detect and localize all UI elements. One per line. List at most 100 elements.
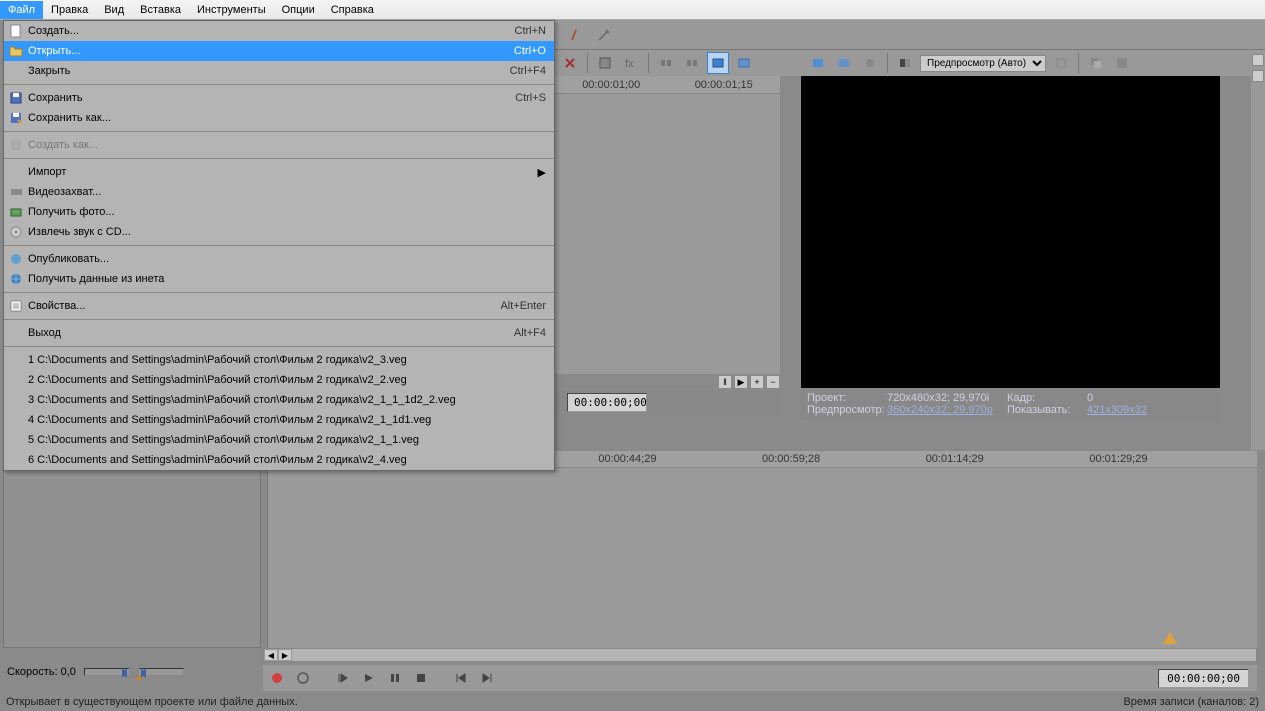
menu-item[interactable]: 5 C:\Documents and Settings\admin\Рабочи… xyxy=(4,430,554,450)
timeline-area[interactable] xyxy=(267,468,1257,648)
status-hint: Открывает в существующем проекте или фай… xyxy=(6,696,298,708)
menu-separator xyxy=(4,346,554,347)
save-as-icon xyxy=(8,110,24,126)
pause-button[interactable] xyxy=(385,668,405,688)
close-icon[interactable] xyxy=(559,52,581,74)
menu-item[interactable]: Опубликовать... xyxy=(4,249,554,269)
split-screen-icon[interactable] xyxy=(894,52,916,74)
transport-timecode[interactable]: 00:00:00;00 xyxy=(1158,669,1249,688)
menu-item[interactable]: ЗакрытьCtrl+F4 xyxy=(4,61,554,81)
timeline-scrollbar[interactable]: ◀ ▶ xyxy=(263,648,1257,662)
menu-shortcut: Ctrl+S xyxy=(515,92,546,104)
play-start-button[interactable] xyxy=(333,668,353,688)
menu-separator xyxy=(4,245,554,246)
preview-label: Предпросмотр: xyxy=(807,404,887,416)
menu-опции[interactable]: Опции xyxy=(274,1,323,19)
menu-item[interactable]: Извлечь звук с CD... xyxy=(4,222,554,242)
trimmer-ruler[interactable]: 00:00:01;00 00:00:01;15 xyxy=(555,76,780,94)
blank-icon xyxy=(8,63,24,79)
record-button[interactable] xyxy=(267,668,287,688)
menu-item[interactable]: Создать...Ctrl+N xyxy=(4,21,554,41)
trimmer-timecode[interactable]: 00:00:00;00 xyxy=(567,393,647,412)
save-icon[interactable] xyxy=(594,52,616,74)
menu-shortcut: Alt+F4 xyxy=(514,327,546,339)
dock-tab-icon[interactable] xyxy=(1252,54,1264,66)
menu-item[interactable]: 3 C:\Documents and Settings\admin\Рабочи… xyxy=(4,390,554,410)
collapse-icon[interactable]: ‖ xyxy=(718,375,732,389)
menu-item-label: 6 C:\Documents and Settings\admin\Рабочи… xyxy=(28,454,546,466)
preview-res-link[interactable]: 360x240x32; 29,970p xyxy=(887,404,1007,416)
menu-вид[interactable]: Вид xyxy=(96,1,132,19)
ruler-mark: 00:01:29;29 xyxy=(1089,453,1253,465)
menu-item[interactable]: Импорт▶ xyxy=(4,162,554,182)
frame-label: Кадр: xyxy=(1007,392,1087,404)
show-video-monitor-icon[interactable] xyxy=(733,52,755,74)
copy-snapshot-icon[interactable] xyxy=(1085,52,1107,74)
fx-preview-icon[interactable] xyxy=(859,52,881,74)
menu-item[interactable]: Получить фото... xyxy=(4,202,554,222)
menu-файл[interactable]: Файл xyxy=(0,1,43,19)
status-record-time: Время записи (каналов: 2) xyxy=(1123,696,1259,708)
menu-item-label: Опубликовать... xyxy=(28,253,546,265)
show-res-link[interactable]: 421x309x32 xyxy=(1087,404,1147,416)
external-monitor-icon[interactable] xyxy=(833,52,855,74)
menu-правка[interactable]: Правка xyxy=(43,1,96,19)
project-value: 720x480x32; 29,970i xyxy=(887,392,1007,404)
menu-separator xyxy=(4,292,554,293)
paint-icon[interactable] xyxy=(565,24,587,46)
trim-end-icon[interactable] xyxy=(681,52,703,74)
play-button[interactable] xyxy=(359,668,379,688)
track-headers-panel xyxy=(3,450,261,648)
menu-item-label: 2 C:\Documents and Settings\admin\Рабочи… xyxy=(28,374,546,386)
menu-item[interactable]: Видеозахват... xyxy=(4,182,554,202)
save-icon xyxy=(8,90,24,106)
menu-separator xyxy=(4,84,554,85)
menu-item[interactable]: Создать как... xyxy=(4,135,554,155)
menu-item-label: 4 C:\Documents and Settings\admin\Рабочи… xyxy=(28,414,546,426)
wand-icon[interactable] xyxy=(593,24,615,46)
menu-shortcut: Ctrl+F4 xyxy=(510,65,546,77)
menu-item-label: 5 C:\Documents and Settings\admin\Рабочи… xyxy=(28,434,546,446)
loop-button[interactable] xyxy=(293,668,313,688)
show-video-icon[interactable] xyxy=(707,52,729,74)
menu-инструменты[interactable]: Инструменты xyxy=(189,1,274,19)
plus-icon[interactable]: + xyxy=(750,375,764,389)
menu-shortcut: Alt+Enter xyxy=(500,300,546,312)
scroll-right-icon[interactable]: ▶ xyxy=(278,649,292,661)
go-end-button[interactable] xyxy=(477,668,497,688)
ruler-mark: 00:00:44;29 xyxy=(598,453,762,465)
menu-item[interactable]: Сохранить как... xyxy=(4,108,554,128)
marker-icon xyxy=(1163,632,1177,644)
stop-button[interactable] xyxy=(411,668,431,688)
trim-start-icon[interactable] xyxy=(655,52,677,74)
preview-props-icon[interactable] xyxy=(807,52,829,74)
menubar: ФайлПравкаВидВставкаИнструментыОпцииСпра… xyxy=(0,0,1265,20)
transport-bar: 00:00:00;00 xyxy=(263,665,1257,691)
dock-tab-icon[interactable] xyxy=(1252,70,1264,82)
menu-item[interactable]: 6 C:\Documents and Settings\admin\Рабочи… xyxy=(4,450,554,470)
menu-item[interactable]: Свойства...Alt+Enter xyxy=(4,296,554,316)
menu-вставка[interactable]: Вставка xyxy=(132,1,189,19)
menu-item-label: 1 C:\Documents and Settings\admin\Рабочи… xyxy=(28,354,546,366)
menu-item[interactable]: 2 C:\Documents and Settings\admin\Рабочи… xyxy=(4,370,554,390)
speed-bar: Скорость: 0,0 ▲ xyxy=(3,662,261,682)
menu-item[interactable]: 4 C:\Documents and Settings\admin\Рабочи… xyxy=(4,410,554,430)
menu-item[interactable]: ВыходAlt+F4 xyxy=(4,323,554,343)
trimmer-controls: ‖ ▶ + − xyxy=(555,374,780,390)
save-snapshot-icon[interactable] xyxy=(1111,52,1133,74)
menu-item[interactable]: СохранитьCtrl+S xyxy=(4,88,554,108)
menu-справка[interactable]: Справка xyxy=(323,1,382,19)
blank-icon xyxy=(8,372,24,388)
go-start-button[interactable] xyxy=(451,668,471,688)
preview-quality-dropdown[interactable]: Предпросмотр (Авто) xyxy=(920,55,1046,72)
menu-item[interactable]: 1 C:\Documents and Settings\admin\Рабочи… xyxy=(4,350,554,370)
fx-icon[interactable]: fx xyxy=(620,52,642,74)
menu-item[interactable]: Получить данные из инета xyxy=(4,269,554,289)
minus-icon[interactable]: − xyxy=(766,375,780,389)
play-icon[interactable]: ▶ xyxy=(734,375,748,389)
scroll-left-icon[interactable]: ◀ xyxy=(264,649,278,661)
speed-slider[interactable]: ▲ xyxy=(84,668,184,676)
menu-item[interactable]: Открыть...Ctrl+O xyxy=(4,41,554,61)
overlay-icon[interactable] xyxy=(1050,52,1072,74)
menu-item-label: 3 C:\Documents and Settings\admin\Рабочи… xyxy=(28,394,546,406)
